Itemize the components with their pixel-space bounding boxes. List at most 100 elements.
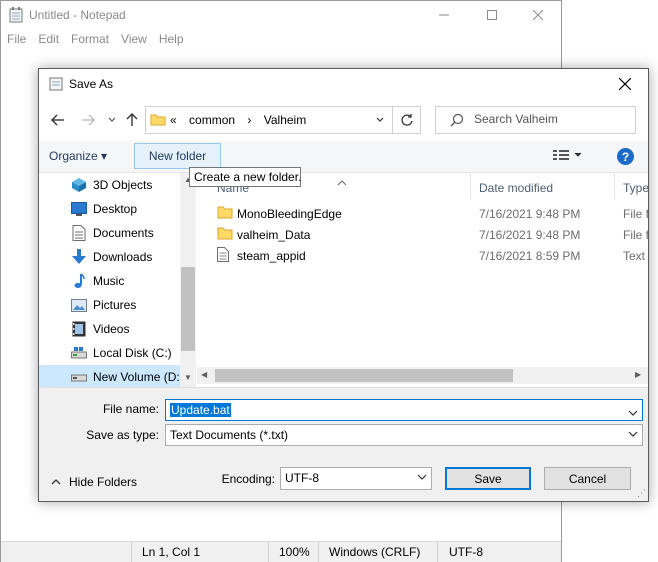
- file-row[interactable]: steam_appid 7/16/2021 8:59 PM Text D: [197, 245, 648, 266]
- file-name-label: File name:: [102, 402, 159, 416]
- forward-arrow-icon[interactable]: [79, 111, 97, 129]
- save-as-type-select[interactable]: Text Documents (*.txt): [165, 424, 643, 446]
- file-name-input[interactable]: Update.bat: [165, 399, 643, 421]
- column-header-date[interactable]: Date modified: [471, 173, 615, 199]
- nav-item-videos[interactable]: Videos: [39, 317, 180, 341]
- drive-icon: [71, 369, 87, 385]
- chevron-down-icon: [628, 429, 638, 440]
- nav-item-pictures[interactable]: Pictures: [39, 293, 180, 317]
- recent-dropdown-icon[interactable]: [103, 111, 121, 129]
- menu-view[interactable]: View: [115, 30, 153, 50]
- back-arrow-icon[interactable]: [49, 111, 67, 129]
- breadcrumb-common[interactable]: common: [189, 113, 235, 127]
- pictures-icon: [71, 297, 87, 313]
- notepad-title: Untitled - Notepad: [29, 8, 126, 22]
- maximize-button[interactable]: [469, 1, 515, 29]
- nav-item-3d-objects[interactable]: 3D Objects: [39, 173, 180, 197]
- nav-item-label: Documents: [93, 226, 154, 240]
- menu-format[interactable]: Format: [65, 30, 115, 50]
- file-date: 7/16/2021 8:59 PM: [479, 249, 581, 263]
- column-date-label: Date modified: [479, 181, 554, 195]
- encoding-select[interactable]: UTF-8: [280, 467, 432, 490]
- new-folder-button[interactable]: New folder: [134, 143, 221, 169]
- view-options-icon[interactable]: [553, 149, 583, 164]
- status-position: Ln 1, Col 1: [142, 545, 201, 559]
- save-form: File name: Update.bat Save as type: Text…: [39, 387, 648, 501]
- chevron-down-icon[interactable]: [368, 107, 392, 133]
- nav-item-documents[interactable]: Documents: [39, 221, 180, 245]
- nav-item-label: Desktop: [93, 202, 138, 216]
- save-button[interactable]: Save: [445, 467, 531, 490]
- scroll-down-icon[interactable]: ▼: [184, 373, 192, 382]
- notepad-close-button[interactable]: [515, 1, 561, 29]
- file-list-horizontal-scrollbar[interactable]: ◀ ▶: [197, 367, 648, 384]
- nav-item-new-volume[interactable]: New Volume (D:: [39, 365, 180, 387]
- breadcrumb-valheim[interactable]: Valheim: [264, 113, 306, 127]
- search-icon: [450, 113, 464, 130]
- documents-icon: [71, 225, 87, 241]
- save-as-type-value: Text Documents (*.txt): [170, 428, 289, 442]
- nav-item-music[interactable]: Music: [39, 269, 180, 293]
- dialog-icon: [49, 77, 63, 91]
- scrollbar-thumb[interactable]: [181, 267, 195, 351]
- scroll-right-icon[interactable]: ▶: [635, 370, 641, 379]
- notepad-menu-bar: File Edit Format View Help: [1, 30, 190, 50]
- status-zoom: 100%: [279, 545, 310, 559]
- notepad-status-bar: Ln 1, Col 1 100% Windows (CRLF) UTF-8: [1, 541, 561, 562]
- new-folder-tooltip: Create a new folder.: [189, 167, 301, 187]
- 3d-objects-icon: [71, 177, 87, 193]
- folder-icon: [150, 112, 166, 129]
- notepad-title-bar: Untitled - Notepad: [1, 1, 561, 29]
- status-divider: [318, 542, 319, 562]
- cancel-button[interactable]: Cancel: [544, 467, 631, 490]
- notepad-icon: [9, 7, 23, 23]
- organize-button[interactable]: Organize ▾: [49, 149, 107, 163]
- menu-edit[interactable]: Edit: [32, 30, 65, 50]
- chevron-up-icon: [51, 477, 61, 488]
- menu-file[interactable]: File: [1, 30, 32, 50]
- up-arrow-icon[interactable]: [123, 111, 141, 129]
- navigation-pane: 3D Objects Desktop Documents Downloads M…: [39, 173, 196, 387]
- nav-item-label: 3D Objects: [93, 178, 153, 192]
- nav-item-label: Downloads: [93, 250, 153, 264]
- status-divider: [268, 542, 269, 562]
- sort-ascending-icon: [337, 175, 347, 189]
- file-row[interactable]: MonoBleedingEdge 7/16/2021 9:48 PM File …: [197, 203, 648, 224]
- videos-icon: [71, 321, 87, 337]
- address-bar[interactable]: « common › Valheim: [145, 106, 421, 134]
- column-header-type[interactable]: Type: [615, 173, 648, 199]
- hide-folders-label: Hide Folders: [69, 475, 138, 489]
- search-box[interactable]: [435, 106, 636, 134]
- file-name-value[interactable]: Update.bat: [170, 403, 231, 417]
- minimize-button[interactable]: [421, 1, 467, 29]
- drive-icon: [71, 345, 87, 361]
- scrollbar-thumb[interactable]: [215, 369, 513, 382]
- status-encoding: UTF-8: [449, 545, 483, 559]
- help-icon[interactable]: ?: [617, 148, 634, 165]
- breadcrumb-overflow[interactable]: «: [170, 113, 177, 127]
- chevron-down-icon: [417, 472, 427, 483]
- nav-item-local-disk[interactable]: Local Disk (C:): [39, 341, 180, 365]
- nav-item-label: Videos: [93, 322, 130, 336]
- nav-item-downloads[interactable]: Downloads: [39, 245, 180, 269]
- encoding-label: Encoding:: [221, 472, 275, 486]
- search-input[interactable]: [474, 112, 624, 126]
- resize-grip-icon[interactable]: ⋰: [637, 488, 646, 499]
- hide-folders-button[interactable]: Hide Folders: [51, 475, 137, 489]
- file-type: Text D: [623, 249, 648, 263]
- dialog-title: Save As: [69, 77, 114, 91]
- navigation-scrollbar[interactable]: ▲ ▼: [180, 173, 196, 387]
- refresh-icon[interactable]: [392, 107, 420, 133]
- file-row[interactable]: valheim_Data 7/16/2021 9:48 PM File fo: [197, 224, 648, 245]
- file-name: valheim_Data: [237, 228, 311, 242]
- downloads-icon: [71, 249, 87, 265]
- command-toolbar: Organize ▾ New folder Create a new folde…: [39, 141, 648, 187]
- menu-help[interactable]: Help: [153, 30, 190, 50]
- file-type: File fo: [623, 228, 648, 242]
- dialog-close-button[interactable]: [602, 69, 648, 99]
- chevron-down-icon[interactable]: [628, 405, 638, 419]
- nav-item-desktop[interactable]: Desktop: [39, 197, 180, 221]
- scroll-left-icon[interactable]: ◀: [201, 370, 207, 379]
- file-date: 7/16/2021 9:48 PM: [479, 228, 581, 242]
- address-row: « common › Valheim: [39, 99, 648, 141]
